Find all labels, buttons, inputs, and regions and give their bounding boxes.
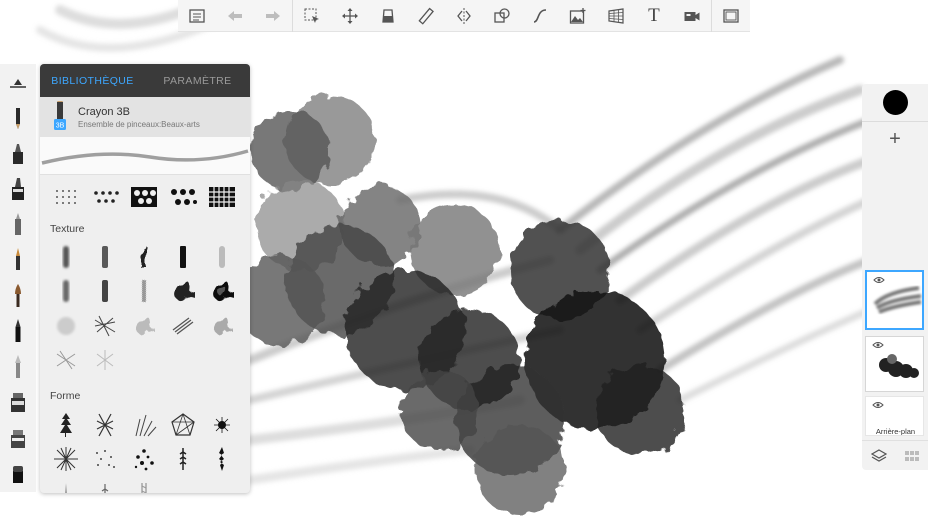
fill-icon[interactable]	[369, 0, 407, 32]
brush-shape-grass[interactable]	[124, 408, 163, 443]
pattern-brush-grid	[40, 175, 250, 215]
color-swatch[interactable]	[883, 90, 908, 115]
brush-dot-pattern[interactable]	[163, 180, 202, 215]
panel-tabs: BIBLIOTHÈQUE PARAMÈTRE	[40, 64, 250, 97]
crayon-3b-icon: 3B	[54, 101, 66, 130]
brush-texture-11[interactable]	[46, 309, 85, 344]
ink-pen-icon[interactable]	[0, 313, 36, 349]
brush-shape-stem[interactable]	[85, 477, 124, 493]
layer-2[interactable]	[865, 336, 924, 392]
shapes-icon[interactable]	[483, 0, 521, 32]
eye-icon[interactable]	[873, 276, 885, 284]
eraser-icon[interactable]	[0, 455, 36, 491]
text-tool-glyph: T	[648, 4, 660, 26]
tab-library[interactable]: BIBLIOTHÈQUE	[40, 64, 145, 97]
brush-shape-tree[interactable]	[46, 408, 85, 443]
brush-hex-pattern[interactable]	[124, 180, 163, 215]
current-brush-row[interactable]: 3B Crayon 3B Ensemble de pinceaux:Beaux-…	[40, 97, 250, 137]
video-icon[interactable]	[673, 0, 711, 32]
brush-dots-medium[interactable]	[85, 180, 124, 215]
brush-size-slider[interactable]	[0, 64, 36, 100]
brush-texture-16[interactable]	[46, 343, 85, 378]
brush-shape-dots[interactable]	[124, 442, 163, 477]
undo-icon[interactable]	[216, 0, 254, 32]
brush-texture-7[interactable]	[85, 274, 124, 309]
section-texture-label: Texture	[50, 222, 85, 235]
stroke-preview	[40, 137, 250, 175]
airbrush-icon[interactable]	[0, 206, 36, 242]
current-brush-set: Ensemble de pinceaux:Beaux-arts	[78, 119, 200, 129]
brush-shape-soft-blade[interactable]	[46, 477, 85, 493]
chisel-marker-icon[interactable]	[0, 171, 36, 207]
fine-pen-icon[interactable]	[0, 242, 36, 278]
plus-icon: +	[889, 127, 901, 150]
brush-shape-hatch[interactable]	[85, 408, 124, 443]
top-toolbar: T	[178, 0, 750, 32]
brush-shape-splat[interactable]	[202, 408, 241, 443]
move-icon[interactable]	[331, 0, 369, 32]
tab-settings[interactable]: PARAMÈTRE	[145, 64, 250, 97]
flat-marker-icon[interactable]	[0, 419, 36, 455]
brush-texture-17[interactable]	[85, 343, 124, 378]
ruler-icon[interactable]	[407, 0, 445, 32]
brush-texture-4[interactable]	[163, 240, 202, 275]
list-icon[interactable]	[178, 0, 216, 32]
image-icon[interactable]	[559, 0, 597, 32]
brush-shape-rope[interactable]	[124, 477, 163, 493]
pencil-brush-icon[interactable]	[0, 100, 36, 136]
wide-marker-icon[interactable]	[0, 384, 36, 420]
select-icon[interactable]	[293, 0, 331, 32]
layer-1[interactable]	[865, 270, 924, 330]
brush-texture-1[interactable]	[46, 240, 85, 275]
brush-texture-6[interactable]	[46, 274, 85, 309]
brush-shape-fern[interactable]	[163, 442, 202, 477]
current-brush-name: Crayon 3B	[78, 105, 130, 118]
sketchbook-app: T BIBLIOTHÈQUE PARAMÈTRE 3B Crayon 3B En…	[0, 0, 928, 523]
brush-shape-spiky[interactable]	[202, 442, 241, 477]
eye-icon[interactable]	[872, 401, 884, 409]
brush-badge: 3B	[56, 123, 65, 130]
layers-panel: + Arrière-plan	[862, 84, 928, 470]
brush-library-panel: BIBLIOTHÈQUE PARAMÈTRE 3B Crayon 3B Ense…	[40, 64, 250, 493]
brush-shape-scatter[interactable]	[85, 442, 124, 477]
brush-texture-10[interactable]	[202, 274, 241, 309]
brush-texture-12[interactable]	[85, 309, 124, 344]
symmetry-icon[interactable]	[445, 0, 483, 32]
brush-texture-2[interactable]	[85, 240, 124, 275]
paintbrush-icon[interactable]	[0, 277, 36, 313]
brush-texture-14[interactable]	[163, 309, 202, 344]
grid-view-icon[interactable]	[904, 448, 920, 464]
text-icon[interactable]: T	[635, 0, 673, 32]
soft-brush-icon[interactable]	[0, 348, 36, 384]
layers-stack-icon[interactable]	[870, 448, 887, 464]
background-layer-label: Arrière-plan	[875, 427, 916, 436]
brush-texture-8[interactable]	[124, 274, 163, 309]
fullscreen-icon[interactable]	[712, 0, 750, 32]
brush-grid-pattern[interactable]	[202, 180, 241, 215]
panel-divider	[862, 121, 928, 122]
brush-texture-3[interactable]	[124, 240, 163, 275]
brush-strip	[0, 64, 36, 492]
brush-dots-sparse[interactable]	[46, 180, 85, 215]
section-shape-label: Forme	[50, 389, 81, 402]
marker-brush-icon[interactable]	[0, 135, 36, 171]
brush-shape-burst[interactable]	[46, 442, 85, 477]
brush-texture-15[interactable]	[202, 309, 241, 344]
brush-texture-9[interactable]	[163, 274, 202, 309]
add-layer-button[interactable]: +	[882, 126, 908, 152]
perspective-icon[interactable]	[597, 0, 635, 32]
curve-icon[interactable]	[521, 0, 559, 32]
redo-icon[interactable]	[254, 0, 292, 32]
brush-texture-13[interactable]	[124, 309, 163, 344]
eye-icon[interactable]	[872, 341, 884, 349]
layer-background[interactable]: Arrière-plan	[865, 396, 924, 436]
layer-tools	[862, 440, 928, 470]
brush-texture-5[interactable]	[202, 240, 241, 275]
shape-brush-grid	[40, 408, 250, 493]
brush-shape-web[interactable]	[163, 408, 202, 443]
texture-brush-grid	[40, 240, 250, 378]
